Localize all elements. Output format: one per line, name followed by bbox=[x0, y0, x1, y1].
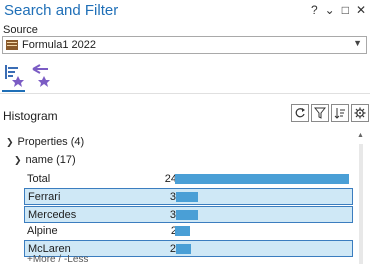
database-icon bbox=[6, 40, 18, 50]
chevron-down-icon: ▼ bbox=[353, 38, 362, 48]
scrollbar-track bbox=[359, 144, 363, 264]
row-bar bbox=[175, 225, 190, 236]
source-dropdown[interactable]: Formula1 2022 ▼ bbox=[2, 36, 367, 54]
tab-filter-view[interactable] bbox=[30, 62, 52, 88]
row-label: Mercedes bbox=[28, 208, 77, 221]
histogram-title: Histogram bbox=[3, 109, 58, 123]
chevron-down-icon: ❯ bbox=[6, 137, 14, 147]
properties-label: Properties bbox=[17, 136, 68, 148]
tree-node-name[interactable]: ❯ name (17) bbox=[14, 154, 76, 166]
settings-button[interactable] bbox=[351, 104, 369, 122]
row-bar bbox=[175, 174, 349, 184]
source-label: Source bbox=[3, 24, 38, 36]
histogram-toolbar bbox=[291, 104, 370, 122]
sort-button[interactable] bbox=[331, 104, 349, 122]
chevron-down-icon: ❯ bbox=[14, 155, 22, 165]
active-tab-indicator bbox=[2, 90, 25, 92]
scroll-up-icon: ▲ bbox=[357, 132, 364, 139]
row-bar bbox=[176, 192, 198, 203]
title-bar: Search and Filter ? ⌄ □ ✕ bbox=[0, 0, 370, 22]
view-tabs bbox=[0, 60, 370, 94]
sort-icon bbox=[334, 108, 345, 119]
row-bar bbox=[176, 209, 198, 220]
row-label: Ferrari bbox=[28, 191, 61, 204]
histogram-row[interactable]: Mercedes 3 bbox=[24, 205, 353, 223]
histogram-row[interactable]: Ferrari 3 bbox=[24, 188, 353, 206]
close-button[interactable]: ✕ bbox=[356, 3, 366, 17]
refresh-icon bbox=[295, 108, 305, 118]
filter-icon bbox=[314, 107, 326, 119]
filter-button[interactable] bbox=[311, 104, 329, 122]
window-controls: ? ⌄ □ ✕ bbox=[311, 3, 366, 17]
more-less-toggle[interactable]: +More / -Less bbox=[27, 254, 88, 265]
refresh-button[interactable] bbox=[291, 104, 309, 122]
divider bbox=[0, 93, 370, 94]
histogram-row[interactable]: Total 24 bbox=[24, 171, 353, 188]
scrollbar[interactable]: ▲ bbox=[356, 132, 366, 268]
row-label: Total bbox=[27, 173, 51, 185]
tab-histogram-view[interactable] bbox=[3, 62, 25, 88]
options-menu-button[interactable]: ⌄ bbox=[325, 3, 335, 17]
tree-node-properties[interactable]: ❯ Properties (4) bbox=[6, 136, 84, 148]
gear-icon bbox=[354, 107, 366, 119]
properties-count: (4) bbox=[70, 136, 85, 148]
restore-button[interactable]: □ bbox=[342, 3, 349, 17]
name-count: (17) bbox=[56, 154, 76, 166]
help-button[interactable]: ? bbox=[311, 3, 318, 17]
row-label: Alpine bbox=[27, 224, 58, 237]
window-title: Search and Filter bbox=[4, 2, 119, 19]
histogram-row[interactable]: Alpine 2 bbox=[24, 223, 353, 240]
name-label: name bbox=[25, 154, 54, 166]
source-value: Formula1 2022 bbox=[22, 39, 96, 51]
row-bar bbox=[176, 244, 191, 255]
